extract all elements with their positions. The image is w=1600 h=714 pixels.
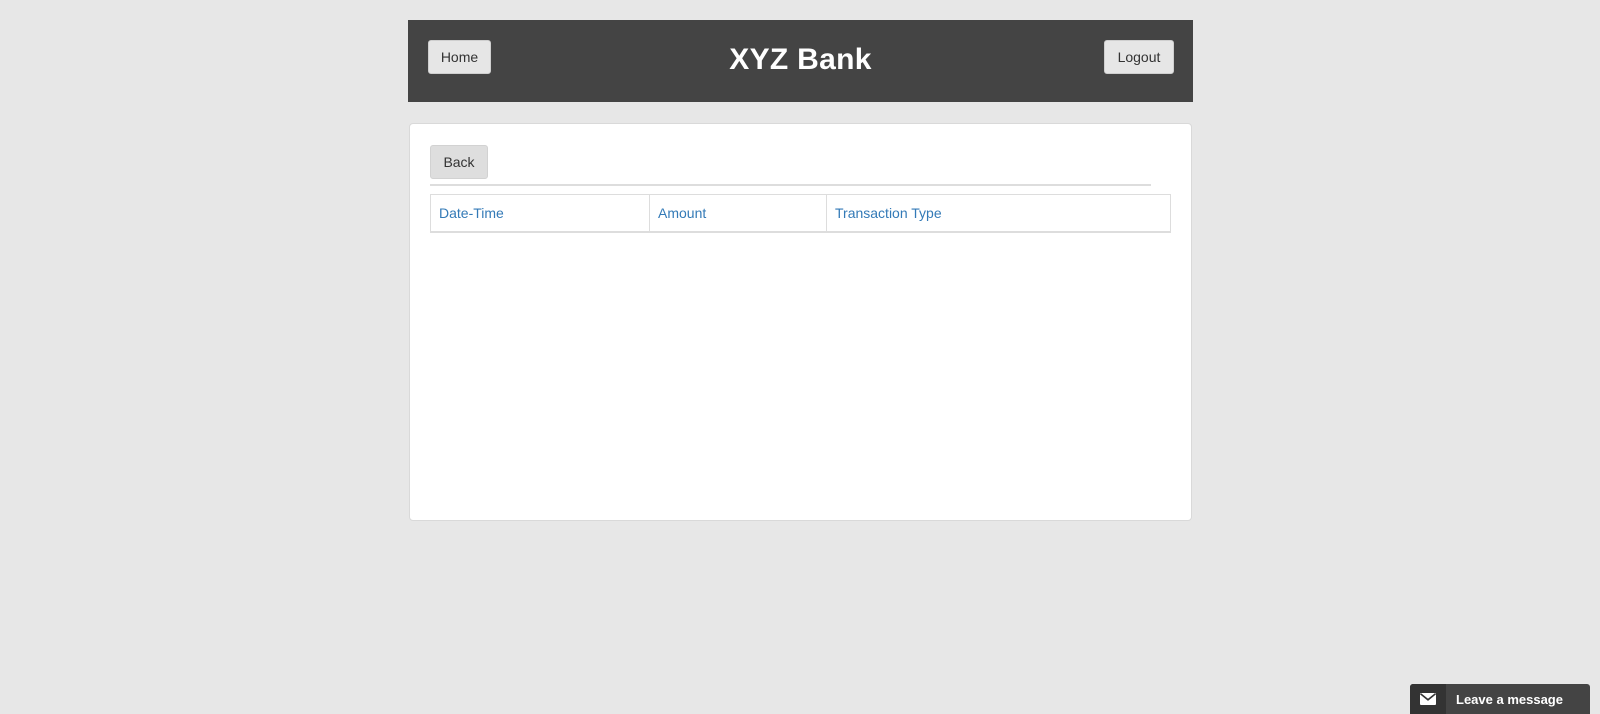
transactions-table: Date-Time Amount Transaction Type — [430, 194, 1171, 233]
leave-message-label: Leave a message — [1456, 691, 1563, 707]
transaction-type-column-header[interactable]: Transaction Type — [826, 194, 1171, 232]
table-header-row: Date-Time Amount Transaction Type — [431, 194, 1171, 233]
back-button[interactable]: Back — [430, 145, 488, 179]
divider — [430, 184, 1151, 186]
date-time-column-header[interactable]: Date-Time — [431, 195, 650, 233]
bank-title: XYZ Bank — [729, 43, 872, 76]
leave-message-widget[interactable]: Leave a message — [1410, 684, 1590, 714]
envelope-icon — [1410, 684, 1446, 714]
transactions-panel: Back Date-Time Amount Transaction Type — [409, 123, 1192, 521]
logout-button[interactable]: Logout — [1104, 40, 1174, 74]
amount-column-header[interactable]: Amount — [649, 194, 827, 232]
top-header: Home XYZ Bank Logout — [408, 20, 1193, 102]
